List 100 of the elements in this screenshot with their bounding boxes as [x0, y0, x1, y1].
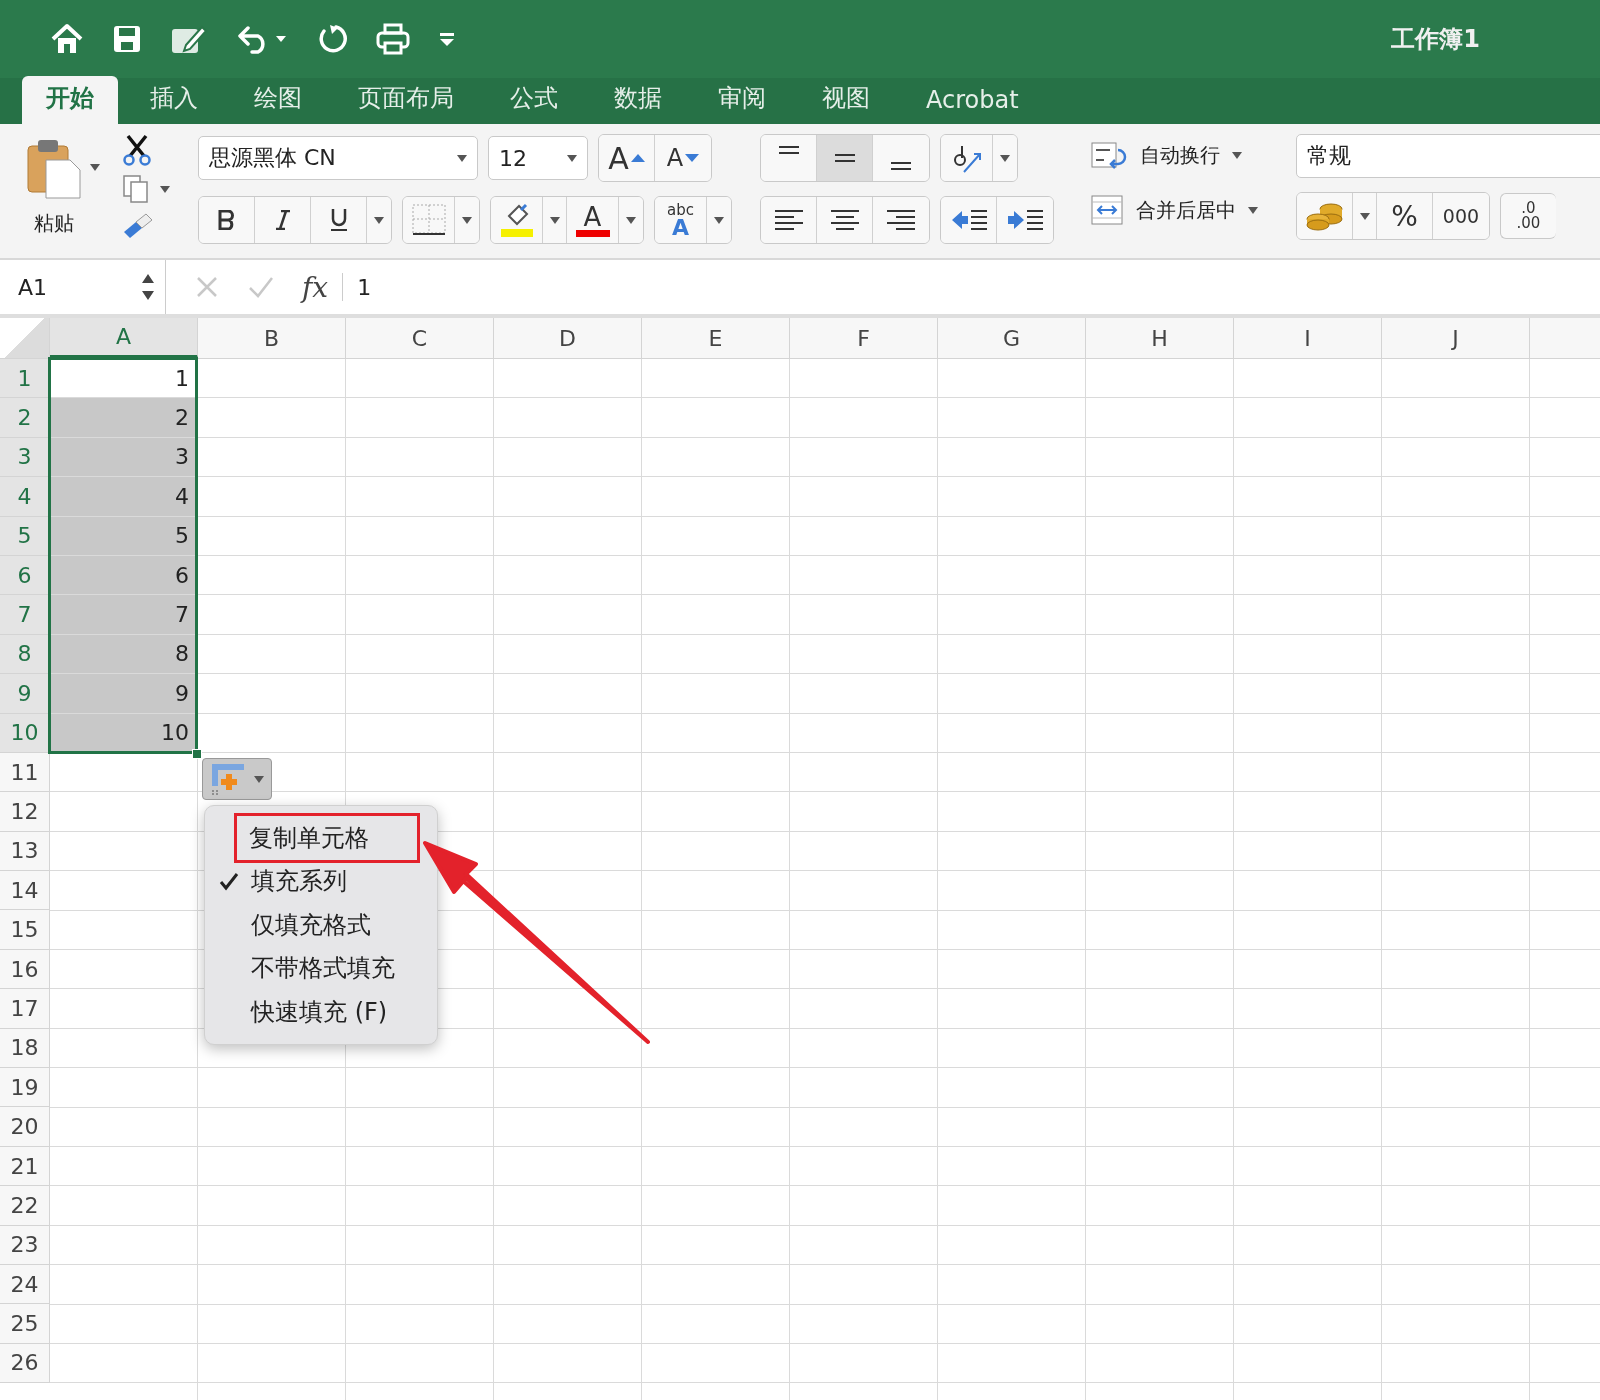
checkmark-icon	[219, 871, 239, 892]
row-header[interactable]: 26	[0, 1343, 50, 1384]
merge-cells-icon	[1090, 194, 1124, 226]
ribbon-tab[interactable]: 插入	[126, 76, 222, 124]
fill-handle[interactable]	[192, 749, 202, 759]
caret-icon[interactable]	[374, 216, 384, 224]
font-size-field[interactable]: 12	[488, 136, 588, 180]
home-icon[interactable]	[50, 23, 84, 55]
menu-item[interactable]: 填充系列	[205, 859, 417, 903]
format-painter-icon[interactable]	[122, 212, 154, 240]
row-header[interactable]: 6	[0, 555, 50, 596]
caret-icon[interactable]	[549, 216, 560, 224]
row-header[interactable]: 15	[0, 910, 50, 950]
ribbon-tab[interactable]: 页面布局	[334, 76, 478, 124]
number-format-field[interactable]: 常规	[1296, 134, 1600, 178]
align-icon	[833, 154, 856, 162]
cut-icon[interactable]	[122, 134, 152, 166]
menu-item[interactable]: 不带格式填充	[205, 946, 417, 990]
row-header[interactable]: 22	[0, 1186, 50, 1226]
row-header[interactable]: 20	[0, 1107, 50, 1147]
ribbon-tab[interactable]: Acrobat	[902, 80, 1043, 124]
check-icon[interactable]	[248, 276, 274, 298]
row-header[interactable]: 3	[0, 437, 50, 478]
caret-icon[interactable]	[1359, 212, 1370, 220]
down-triangle-icon	[685, 154, 700, 162]
menu-item[interactable]: 复制单元格	[237, 816, 417, 860]
caret-icon[interactable]	[626, 216, 636, 224]
italic-icon	[274, 210, 291, 230]
vertical-align-button[interactable]	[817, 135, 873, 181]
wrap-text-button[interactable]: 自动换行	[1090, 136, 1258, 174]
row-header[interactable]: 16	[0, 949, 50, 990]
caret-icon[interactable]	[90, 164, 100, 171]
print-icon[interactable]	[376, 23, 410, 55]
table-cell: 9	[50, 674, 197, 714]
row-header[interactable]: 25	[0, 1304, 50, 1344]
decrease-indent-button[interactable]	[941, 197, 997, 243]
row-header[interactable]: 4	[0, 477, 50, 517]
caret-icon[interactable]	[1232, 151, 1242, 159]
increase-decimal-button[interactable]: .0 .00	[1500, 193, 1556, 239]
caret-icon[interactable]	[1000, 154, 1010, 162]
ribbon-tab[interactable]: 视图	[798, 76, 894, 124]
caret-icon[interactable]	[1248, 206, 1258, 214]
row-header[interactable]: 11	[0, 752, 50, 793]
ribbon-tab[interactable]: 审阅	[694, 76, 790, 124]
formula-field[interactable]: 1	[357, 274, 372, 300]
redo-icon[interactable]	[316, 23, 348, 55]
ribbon-tab[interactable]: 开始	[22, 76, 118, 124]
up-triangle-icon	[630, 154, 645, 162]
clipboard-icon	[26, 138, 82, 200]
spinner-icon[interactable]	[141, 272, 155, 302]
row-header[interactable]: 13	[0, 831, 50, 872]
ribbon-tab[interactable]: 绘图	[230, 76, 326, 124]
orientation-button[interactable]	[941, 135, 993, 181]
caret-icon[interactable]	[714, 216, 724, 224]
save-icon[interactable]	[112, 24, 142, 54]
menu-item[interactable]: 快速填充 (F)	[205, 990, 417, 1034]
row-header[interactable]: 12	[0, 792, 50, 832]
customize-toolbar-icon[interactable]	[438, 31, 456, 47]
ribbon-tab[interactable]: 公式	[486, 76, 582, 124]
fill-color-button[interactable]	[491, 197, 543, 243]
border-icon	[411, 204, 446, 236]
caret-icon[interactable]	[160, 185, 170, 193]
horizontal-align-button[interactable]	[761, 197, 817, 243]
row-header[interactable]: 2	[0, 398, 50, 438]
menu-item[interactable]: 仅填充格式	[205, 903, 417, 947]
text-effects-button[interactable]: abc A	[655, 197, 707, 243]
font-name-field[interactable]: 思源黑体 CN	[198, 136, 478, 180]
indent-icon	[1006, 208, 1044, 232]
bold-icon	[217, 210, 236, 230]
table-cell: 6	[50, 555, 197, 596]
increase-font-size-button[interactable]: A	[599, 135, 655, 181]
merge-center-button[interactable]: 合并后居中	[1090, 190, 1258, 230]
row-header[interactable]: 19	[0, 1068, 50, 1108]
row-header[interactable]: 8	[0, 634, 50, 675]
undo-icon[interactable]	[236, 24, 288, 54]
currency-button[interactable]	[1297, 193, 1353, 239]
row-header[interactable]: 17	[0, 989, 50, 1029]
bold-button[interactable]	[199, 197, 255, 243]
row-header[interactable]: 14	[0, 871, 50, 911]
caret-icon[interactable]	[254, 775, 264, 783]
row-header[interactable]: 1	[0, 359, 50, 399]
vertical-align-button[interactable]	[761, 135, 817, 181]
caret-icon[interactable]	[457, 154, 467, 162]
row-header[interactable]: 9	[0, 674, 50, 714]
row-header[interactable]: 18	[0, 1028, 50, 1069]
insert-function-button[interactable]: fx	[302, 270, 329, 304]
row-header[interactable]: 5	[0, 516, 50, 556]
borders-button[interactable]	[403, 197, 455, 243]
row-header[interactable]: 7	[0, 595, 50, 635]
column-header[interactable]: A	[50, 318, 198, 358]
paste-button[interactable]: 粘贴	[22, 134, 82, 237]
caret-icon[interactable]	[462, 216, 472, 224]
name-box[interactable]: A1	[0, 260, 166, 314]
row-header[interactable]: 24	[0, 1265, 50, 1305]
row-header[interactable]: 23	[0, 1225, 50, 1265]
ribbon-tab[interactable]: 数据	[590, 76, 686, 124]
caret-icon[interactable]	[567, 154, 577, 162]
table-cell: 5	[50, 516, 197, 556]
row-header[interactable]: 10	[0, 713, 50, 753]
row-header[interactable]: 21	[0, 1146, 50, 1187]
